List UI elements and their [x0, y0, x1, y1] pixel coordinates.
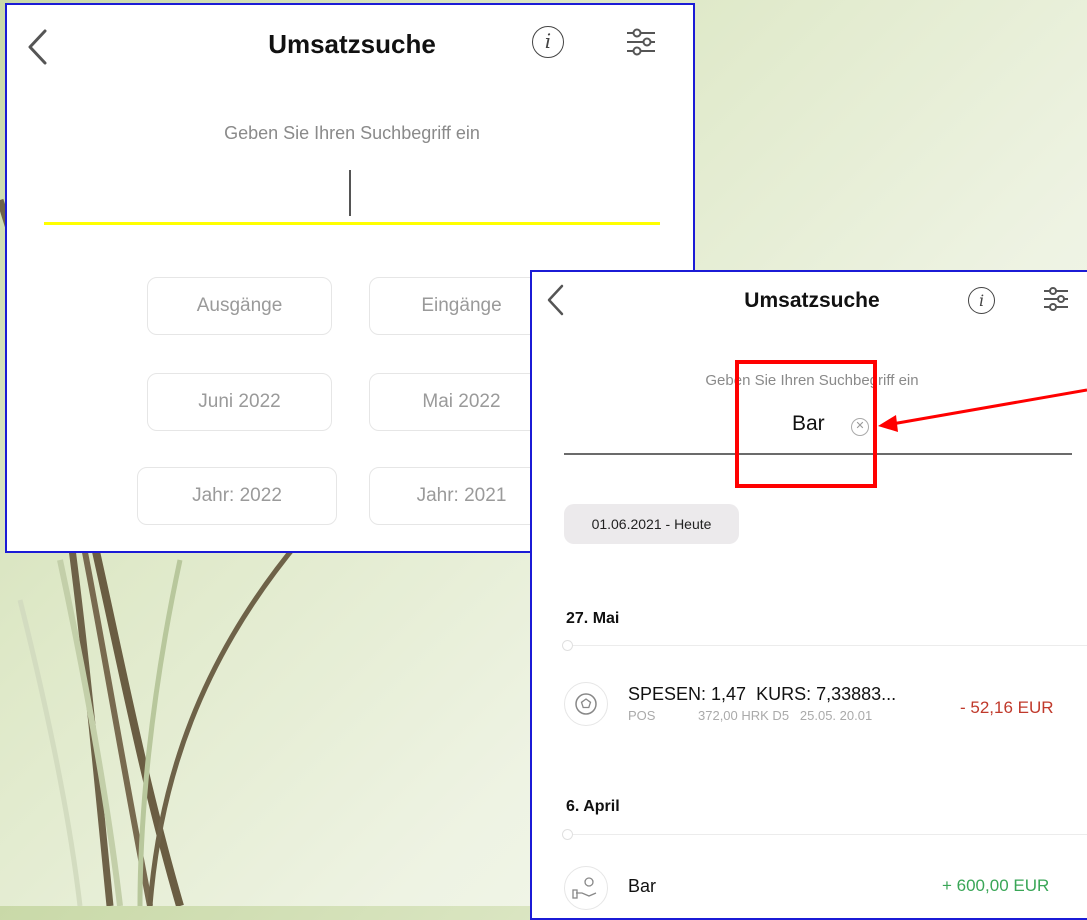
- timeline-dot: [562, 829, 573, 840]
- transaction-row[interactable]: Bar + 600,00 EUR: [560, 860, 1087, 918]
- date-range-label: 01.06.2021 - Heute: [591, 516, 712, 532]
- group-date-1: 27. Mai: [566, 610, 620, 627]
- divider: [564, 834, 1087, 835]
- search-underline: [44, 222, 660, 225]
- annotation-arrow: [878, 388, 1087, 432]
- filter-settings-icon[interactable]: [625, 27, 657, 57]
- chip-incoming[interactable]: Eingänge: [369, 277, 554, 335]
- timeline-dot: [562, 640, 573, 651]
- info-icon[interactable]: i: [968, 287, 995, 314]
- soccer-ball-icon: [564, 682, 608, 726]
- filter-settings-icon[interactable]: [1042, 286, 1070, 314]
- chip-year-current[interactable]: Jahr: 2022: [137, 467, 337, 525]
- date-range-chip[interactable]: 01.06.2021 - Heute: [564, 504, 739, 544]
- search-prompt: Geben Sie Ihren Suchbegriff ein: [224, 123, 480, 143]
- cash-hand-icon: [564, 866, 608, 910]
- transaction-title: SPESEN: 1,47 KURS: 7,33883...: [628, 684, 897, 704]
- search-screen-results: Umsatzsuche i Geben Sie Ihren Suchbegrif…: [530, 270, 1087, 920]
- page-title: Umsatzsuche: [268, 29, 436, 59]
- transaction-title: Bar: [628, 876, 657, 896]
- page-title: Umsatzsuche: [744, 289, 880, 312]
- chip-month-current[interactable]: Juni 2022: [147, 373, 332, 431]
- info-icon[interactable]: i: [532, 26, 564, 58]
- chip-month-previous[interactable]: Mai 2022: [369, 373, 554, 431]
- chip-year-previous[interactable]: Jahr: 2021: [369, 467, 554, 525]
- chip-outgoing[interactable]: Ausgänge: [147, 277, 332, 335]
- transaction-details: 372,00 HRK D5 25.05. 20.01: [698, 708, 873, 723]
- highlight-box: [735, 360, 877, 488]
- transaction-row[interactable]: SPESEN: 1,47 KURS: 7,33883... POS 372,00…: [560, 672, 1087, 742]
- back-chevron-icon[interactable]: [545, 283, 567, 317]
- transaction-amount: - 52,16 EUR: [960, 698, 1054, 717]
- group-date-2: 6. April: [566, 798, 620, 815]
- text-cursor: [349, 170, 351, 216]
- transaction-type: POS: [628, 708, 656, 723]
- transaction-amount: + 600,00 EUR: [942, 876, 1050, 895]
- search-input[interactable]: [44, 165, 660, 225]
- divider: [564, 645, 1087, 646]
